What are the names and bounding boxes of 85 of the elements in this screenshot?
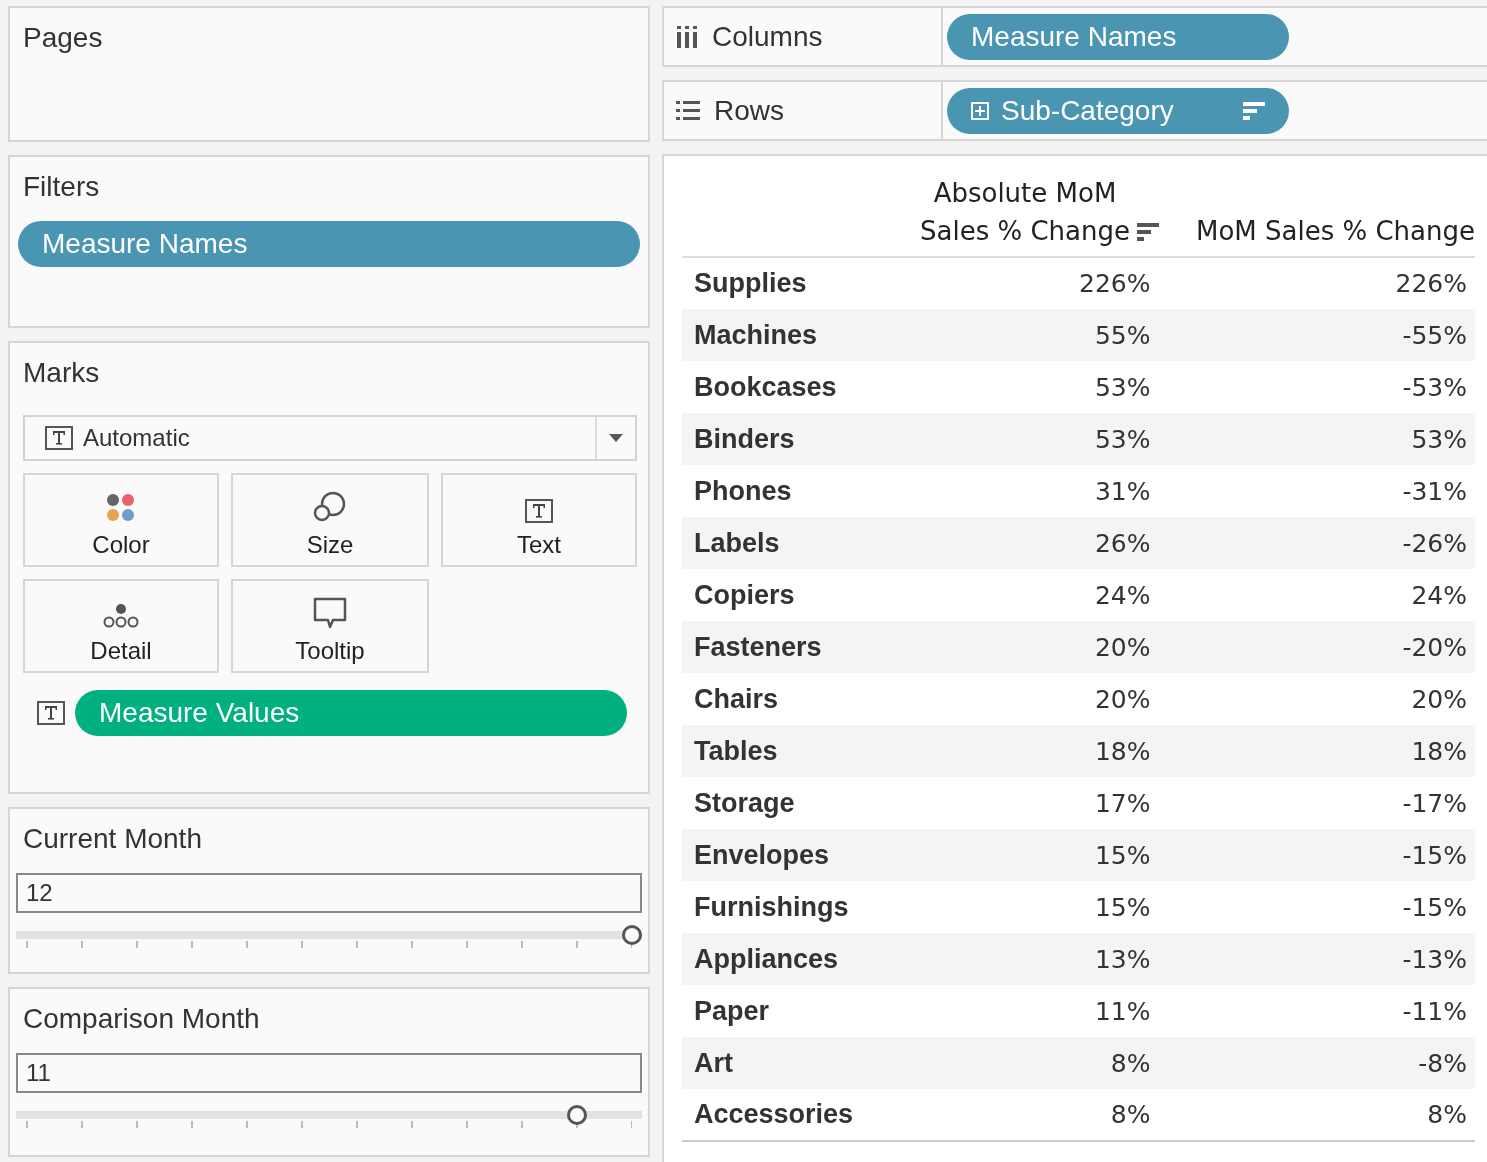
detail-dots-icon bbox=[103, 603, 139, 629]
panel-title: Filters bbox=[23, 171, 100, 203]
text-icon bbox=[45, 426, 73, 450]
table-cell: -8% bbox=[1158, 1037, 1475, 1089]
table-cell: 226% bbox=[1158, 257, 1475, 309]
mark-card[interactable]: Detail bbox=[23, 579, 219, 673]
column-header[interactable]: Absolute MoM Sales % Change bbox=[917, 174, 1133, 250]
row-header: Accessories bbox=[682, 1089, 886, 1141]
columns-icon bbox=[676, 25, 698, 48]
row-header: Tables bbox=[682, 725, 886, 777]
mark-card[interactable]: Color bbox=[23, 473, 219, 567]
circles-icon bbox=[313, 491, 347, 523]
table-cell: 53% bbox=[1158, 413, 1475, 465]
table-cell: 11% bbox=[885, 985, 1159, 1037]
shelf-label: Columns bbox=[712, 20, 823, 53]
panel-title: Pages bbox=[23, 22, 103, 54]
rows-icon bbox=[676, 100, 700, 121]
table-cell: -17% bbox=[1158, 777, 1475, 829]
parameter-input[interactable]: 11 bbox=[16, 1053, 642, 1093]
slider[interactable] bbox=[16, 1105, 642, 1131]
mark-type-dropdown[interactable]: Automatic bbox=[23, 415, 637, 461]
row-header: Phones bbox=[682, 465, 886, 517]
mark-card[interactable]: Text bbox=[441, 473, 637, 567]
table-cell: -15% bbox=[1158, 881, 1475, 933]
table-cell: 20% bbox=[885, 621, 1159, 673]
table-cell: 15% bbox=[885, 881, 1159, 933]
expand-icon[interactable] bbox=[971, 101, 989, 120]
slider[interactable] bbox=[16, 925, 642, 951]
row-header: Storage bbox=[682, 777, 886, 829]
table-cell: -20% bbox=[1158, 621, 1475, 673]
table-cell: 18% bbox=[885, 725, 1159, 777]
row-header: Labels bbox=[682, 517, 886, 569]
slider-thumb[interactable] bbox=[622, 925, 642, 945]
shelf-label: Rows bbox=[714, 94, 784, 127]
row-header: Machines bbox=[682, 309, 886, 361]
table-cell: -53% bbox=[1158, 361, 1475, 413]
column-header[interactable]: MoM Sales % Change bbox=[1195, 212, 1475, 250]
table-cell: -31% bbox=[1158, 465, 1475, 517]
sort-icon[interactable] bbox=[1243, 100, 1265, 121]
table-cell: 18% bbox=[1158, 725, 1475, 777]
table-cell: 24% bbox=[1158, 569, 1475, 621]
table-cell: 55% bbox=[885, 309, 1159, 361]
parameter-input[interactable]: 12 bbox=[16, 873, 642, 913]
table-cell: 31% bbox=[885, 465, 1159, 517]
row-header: Chairs bbox=[682, 673, 886, 725]
speech-bubble-icon bbox=[313, 597, 347, 629]
panel-title: Marks bbox=[23, 357, 100, 389]
table-cell: 8% bbox=[1158, 1089, 1475, 1141]
parameter-title: Current Month bbox=[23, 823, 202, 855]
table-cell: 53% bbox=[885, 361, 1159, 413]
row-header: Appliances bbox=[682, 933, 886, 985]
table-cell: -13% bbox=[1158, 933, 1475, 985]
table-cell: -26% bbox=[1158, 517, 1475, 569]
row-header: Bookcases bbox=[682, 361, 886, 413]
row-header: Binders bbox=[682, 413, 886, 465]
table-cell: 13% bbox=[885, 933, 1159, 985]
caret-icon bbox=[609, 434, 623, 442]
parameter-title: Comparison Month bbox=[23, 1003, 260, 1035]
text-icon bbox=[525, 499, 553, 523]
table-cell: 26% bbox=[885, 517, 1159, 569]
table-cell: -11% bbox=[1158, 985, 1475, 1037]
row-header: Paper bbox=[682, 985, 886, 1037]
row-header: Supplies bbox=[682, 257, 886, 309]
table-cell: 53% bbox=[885, 413, 1159, 465]
row-header: Furnishings bbox=[682, 881, 886, 933]
mark-card[interactable]: Tooltip bbox=[231, 579, 429, 673]
table-cell: 15% bbox=[885, 829, 1159, 881]
slider-thumb[interactable] bbox=[567, 1105, 588, 1125]
row-header: Art bbox=[682, 1037, 886, 1089]
sort-icon[interactable] bbox=[1136, 222, 1159, 242]
row-header: Envelopes bbox=[682, 829, 886, 881]
row-header: Copiers bbox=[682, 569, 886, 621]
color-dots-icon bbox=[106, 493, 136, 523]
table-cell: 20% bbox=[1158, 673, 1475, 725]
table-cell: 8% bbox=[885, 1037, 1159, 1089]
table-cell: -15% bbox=[1158, 829, 1475, 881]
table-cell: 20% bbox=[885, 673, 1159, 725]
row-header: Fasteners bbox=[682, 621, 886, 673]
table-cell: -55% bbox=[1158, 309, 1475, 361]
mark-card[interactable]: Size bbox=[231, 473, 429, 567]
table-cell: 226% bbox=[885, 257, 1159, 309]
table-cell: 17% bbox=[885, 777, 1159, 829]
text-icon bbox=[37, 701, 65, 725]
table-cell: 24% bbox=[885, 569, 1159, 621]
table-cell: 8% bbox=[885, 1089, 1159, 1141]
